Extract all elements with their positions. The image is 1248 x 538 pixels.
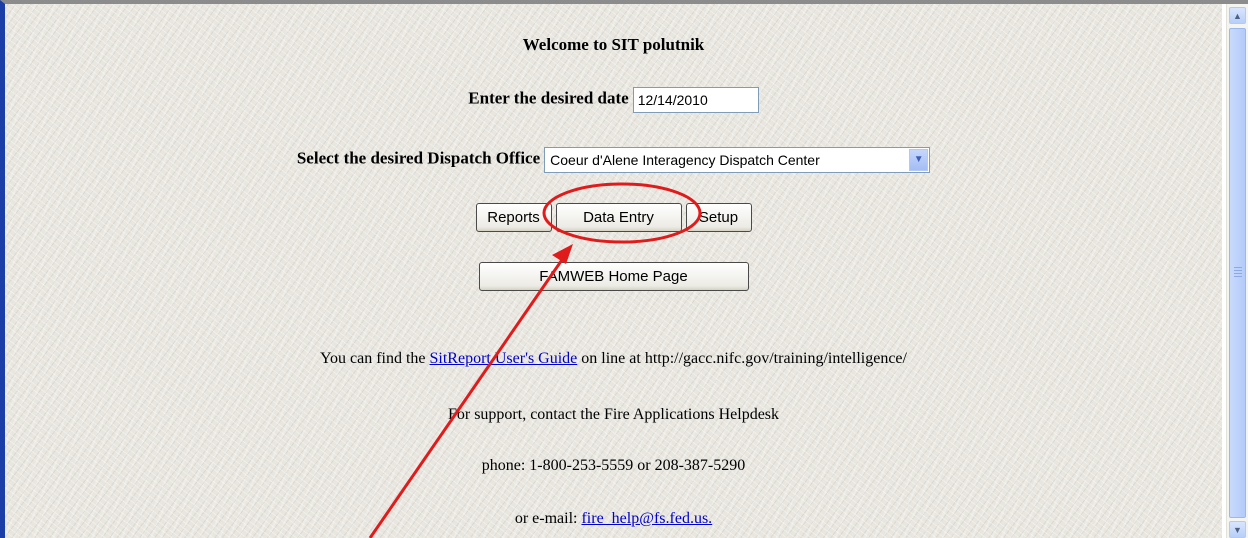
- email-row: or e-mail: fire_help@fs.fed.us.: [5, 510, 1222, 528]
- famweb-home-button[interactable]: FAMWEB Home Page: [478, 262, 749, 291]
- dispatch-office-value: Coeur d'Alene Interagency Dispatch Cente…: [550, 152, 820, 168]
- date-input[interactable]: [632, 87, 759, 113]
- vertical-scrollbar[interactable]: ▲ ▼: [1226, 4, 1248, 538]
- date-label: Enter the desired date: [468, 88, 629, 108]
- famweb-row: FAMWEB Home Page: [5, 262, 1222, 291]
- scrollbar-thumb[interactable]: [1229, 28, 1246, 518]
- helpdesk-email-link[interactable]: fire_help@fs.fed.us.: [581, 510, 712, 527]
- data-entry-button[interactable]: Data Entry: [555, 203, 682, 232]
- action-buttons-row: Reports Data Entry Setup: [5, 203, 1222, 232]
- office-label: Select the desired Dispatch Office: [296, 148, 541, 168]
- email-prefix: or e-mail:: [514, 510, 578, 527]
- reports-button[interactable]: Reports: [475, 203, 552, 232]
- arrow-up-icon[interactable]: ▲: [1229, 7, 1246, 24]
- guide-suffix: on line at http://gacc.nifc.gov/training…: [581, 350, 907, 367]
- date-row: Enter the desired date: [5, 87, 1222, 113]
- office-row: Select the desired Dispatch Office Coeur…: [5, 147, 1222, 173]
- welcome-title: Welcome to SIT polutnik: [522, 35, 705, 54]
- support-text: For support, contact the Fire Applicatio…: [447, 406, 780, 423]
- arrow-down-icon[interactable]: ▼: [1229, 521, 1246, 538]
- setup-button[interactable]: Setup: [685, 203, 752, 232]
- page-content: Welcome to SIT polutnik Enter the desire…: [5, 4, 1222, 538]
- guide-row: You can find the SitReport User's Guide …: [5, 350, 1222, 368]
- phone-text: phone: 1-800-253-5559 or 208-387-5290: [481, 457, 746, 474]
- guide-prefix: You can find the: [320, 350, 426, 367]
- users-guide-link[interactable]: SitReport User's Guide: [430, 350, 578, 367]
- chevron-down-icon[interactable]: ▼: [909, 149, 929, 171]
- dispatch-office-select[interactable]: Coeur d'Alene Interagency Dispatch Cente…: [544, 147, 931, 173]
